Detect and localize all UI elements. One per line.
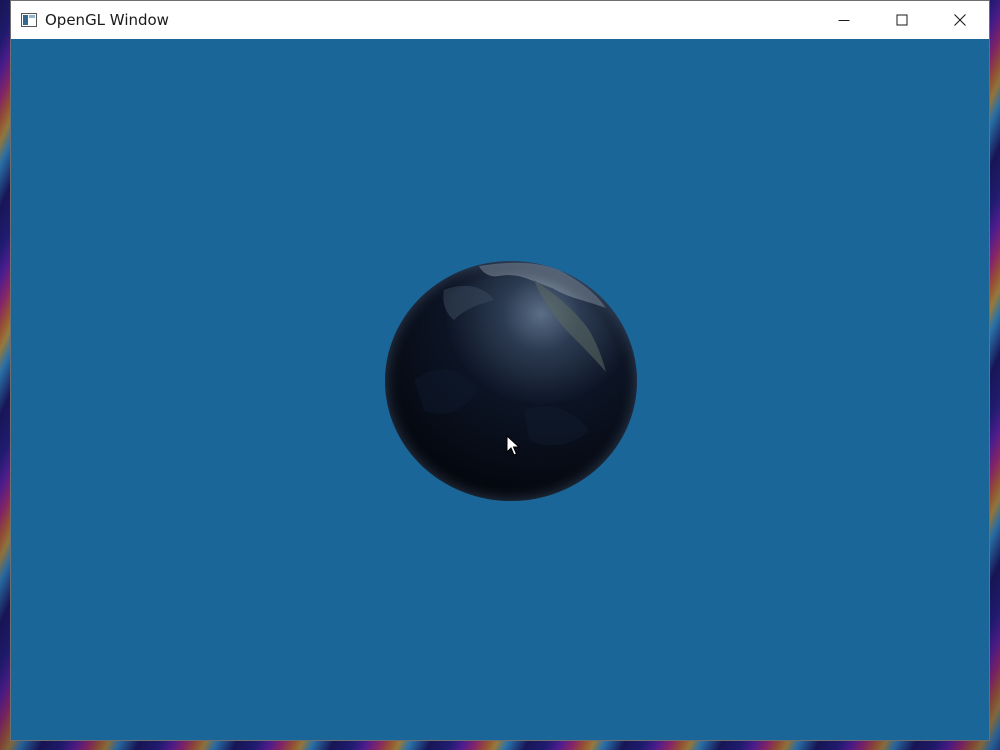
close-icon xyxy=(954,11,966,30)
maximize-icon xyxy=(896,11,908,30)
opengl-viewport[interactable] xyxy=(11,39,989,740)
earth-globe[interactable] xyxy=(384,260,638,502)
app-window-icon xyxy=(21,12,37,28)
maximize-button[interactable] xyxy=(873,1,931,39)
window-controls xyxy=(815,1,989,39)
mouse-pointer-icon xyxy=(506,434,521,457)
opengl-window[interactable]: OpenGL Window xyxy=(10,0,990,741)
window-title: OpenGL Window xyxy=(45,11,169,29)
title-bar[interactable]: OpenGL Window xyxy=(11,1,989,39)
close-button[interactable] xyxy=(931,1,989,39)
minimize-icon xyxy=(838,11,850,30)
minimize-button[interactable] xyxy=(815,1,873,39)
